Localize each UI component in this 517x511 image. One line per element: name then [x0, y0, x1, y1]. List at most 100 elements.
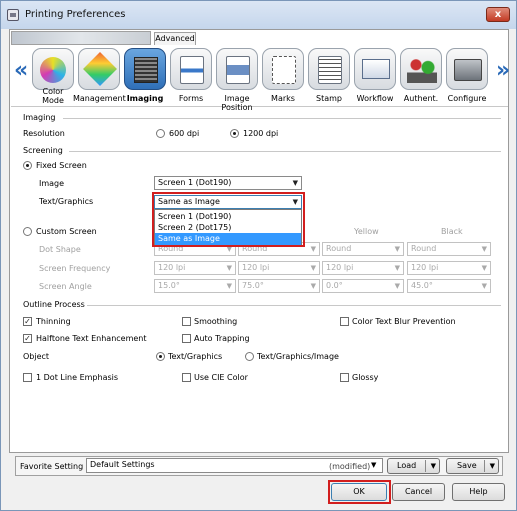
- favorite-setting-value: Default Settings: [90, 460, 155, 469]
- dot-line-emphasis-checkbox[interactable]: [23, 373, 32, 382]
- angle-cyan[interactable]: 15.0° ▼: [154, 279, 236, 293]
- workflow-icon: [362, 59, 390, 79]
- imaging-icon: [134, 57, 158, 83]
- chevron-down-icon: ▼: [394, 245, 400, 253]
- help-button[interactable]: Help: [452, 483, 505, 501]
- angle-cyan-value: 15.0°: [158, 281, 180, 290]
- chevron-down-icon: ▼: [226, 264, 232, 272]
- screening-section-label: Screening: [23, 146, 63, 155]
- auto-trapping-label: Auto Trapping: [194, 334, 250, 343]
- custom-screen-radio[interactable]: [23, 227, 32, 236]
- ribbon-management[interactable]: [78, 48, 120, 90]
- ribbon-label-color-mode: Color Mode: [42, 87, 64, 105]
- outline-process-label: Outline Process: [23, 300, 85, 309]
- chevron-down-icon: ▼: [310, 282, 316, 290]
- save-button[interactable]: Save ▼: [446, 458, 499, 474]
- text-graphics-label: Text/Graphics: [39, 197, 94, 206]
- ribbon-prev-arrow[interactable]: «: [14, 60, 28, 82]
- glossy-label: Glossy: [352, 373, 379, 382]
- frequency-magenta[interactable]: 120 lpi ▼: [238, 261, 320, 275]
- resolution-label: Resolution: [23, 129, 65, 138]
- angle-yellow[interactable]: 0.0° ▼: [322, 279, 404, 293]
- load-button-label: Load: [397, 461, 417, 470]
- chevron-down-icon: ▼: [394, 264, 400, 272]
- color-text-blur-label: Color Text Blur Prevention: [352, 317, 456, 326]
- image-screen-value: Screen 1 (Dot190): [158, 178, 232, 187]
- black-header: Black: [441, 227, 463, 236]
- ribbon-label-stamp: Stamp: [316, 94, 342, 103]
- tab-advanced[interactable]: Advanced: [154, 32, 196, 45]
- res-600-label: 600 dpi: [169, 129, 200, 138]
- tab-printer[interactable]: [11, 31, 151, 45]
- thinning-checkbox[interactable]: ✓: [23, 317, 32, 326]
- favorite-modified-status: (modified): [329, 462, 371, 471]
- load-button[interactable]: Load ▼: [387, 458, 440, 474]
- smoothing-checkbox[interactable]: [182, 317, 191, 326]
- color-text-blur-checkbox[interactable]: [340, 317, 349, 326]
- dot-shape-black[interactable]: Round ▼: [407, 242, 491, 256]
- res-600-radio[interactable]: [156, 129, 165, 138]
- custom-screen-label: Custom Screen: [36, 227, 97, 236]
- frequency-cyan[interactable]: 120 lpi ▼: [154, 261, 236, 275]
- chevron-down-icon: ▼: [481, 245, 487, 253]
- use-cie-color-checkbox[interactable]: [182, 373, 191, 382]
- res-1200-radio[interactable]: [230, 129, 239, 138]
- chevron-down-icon: ▼: [481, 264, 487, 272]
- frequency-black[interactable]: 120 lpi ▼: [407, 261, 491, 275]
- object-text-graphics-label: Text/Graphics: [168, 352, 223, 361]
- window-title: Printing Preferences: [25, 9, 126, 20]
- chevron-down-icon: ▼: [310, 264, 316, 272]
- imaging-section-label: Imaging: [23, 113, 56, 122]
- screen-frequency-label: Screen Frequency: [39, 264, 111, 273]
- object-text-graphics-radio[interactable]: [156, 352, 165, 361]
- frequency-yellow[interactable]: 120 lpi ▼: [322, 261, 404, 275]
- yellow-header: Yellow: [354, 227, 379, 236]
- color-mode-icon: [40, 57, 66, 83]
- cancel-button[interactable]: Cancel: [392, 483, 445, 501]
- auto-trapping-checkbox[interactable]: [182, 334, 191, 343]
- ribbon-next-arrow[interactable]: »: [496, 60, 510, 82]
- ribbon-workflow[interactable]: [354, 48, 396, 90]
- marks-icon: [272, 56, 296, 84]
- angle-black[interactable]: 45.0° ▼: [407, 279, 491, 293]
- frequency-magenta-value: 120 lpi: [242, 263, 270, 272]
- frequency-cyan-value: 120 lpi: [158, 263, 186, 272]
- close-button[interactable]: x: [486, 7, 510, 22]
- ribbon-color-mode[interactable]: [32, 48, 74, 90]
- ribbon-forms[interactable]: [170, 48, 212, 90]
- chevron-down-icon: ▼: [394, 282, 400, 290]
- ribbon-label-authentication: Authent.: [403, 94, 439, 103]
- halftone-text-checkbox[interactable]: ✓: [23, 334, 32, 343]
- save-button-label: Save: [457, 461, 477, 470]
- chevron-down-icon: ▼: [226, 282, 232, 290]
- glossy-checkbox[interactable]: [340, 373, 349, 382]
- fixed-screen-radio[interactable]: [23, 161, 32, 170]
- object-text-graphics-image-radio[interactable]: [245, 352, 254, 361]
- dot-shape-yellow-value: Round: [326, 244, 352, 253]
- image-screen-select[interactable]: Screen 1 (Dot190) ▼: [154, 176, 302, 190]
- ribbon-configure[interactable]: [446, 48, 488, 90]
- ribbon-authentication[interactable]: [400, 48, 442, 90]
- ribbon-label-workflow: Workflow: [356, 94, 394, 103]
- dot-shape-yellow[interactable]: Round ▼: [322, 242, 404, 256]
- split-divider: [425, 460, 426, 472]
- dot-shape-label: Dot Shape: [39, 245, 81, 254]
- object-text-graphics-image-label: Text/Graphics/Image: [257, 352, 339, 361]
- chevron-down-icon[interactable]: ▼: [371, 461, 376, 469]
- ribbon-label-imaging: Imaging: [126, 94, 164, 103]
- angle-magenta[interactable]: 75.0° ▼: [238, 279, 320, 293]
- printing-preferences-window: Printing Preferences x Advanced « » Colo…: [0, 0, 517, 511]
- angle-magenta-value: 75.0°: [242, 281, 264, 290]
- imaging-divider: [63, 118, 501, 119]
- fixed-screen-label: Fixed Screen: [36, 161, 87, 170]
- outline-divider: [87, 305, 501, 306]
- ribbon-marks[interactable]: [262, 48, 304, 90]
- ribbon-image-position[interactable]: [216, 48, 258, 90]
- ribbon-imaging[interactable]: [124, 48, 166, 90]
- chevron-down-icon: ▼: [292, 179, 298, 187]
- image-position-icon: [226, 56, 250, 84]
- ribbon-label-forms: Forms: [178, 94, 204, 103]
- ribbon-stamp[interactable]: [308, 48, 350, 90]
- split-divider: [484, 460, 485, 472]
- screening-divider: [69, 151, 501, 152]
